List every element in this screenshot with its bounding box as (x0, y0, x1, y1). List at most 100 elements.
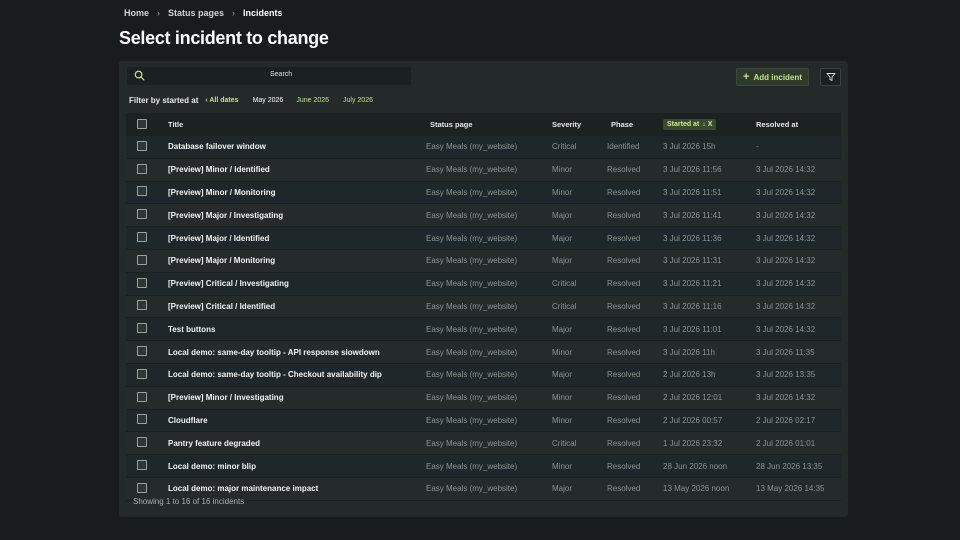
column-phase[interactable]: Phase (605, 113, 659, 136)
row-checkbox[interactable] (137, 140, 147, 151)
filter-button[interactable] (820, 68, 841, 86)
row-title[interactable]: [Preview] Minor / Monitoring (164, 181, 426, 204)
row-started-at: 3 Jul 2026 11:16 (663, 301, 722, 311)
row-status-page: Easy Meals (my_website) (426, 324, 518, 334)
row-status-page: Easy Meals (my_website) (426, 279, 518, 289)
row-phase: Resolved (607, 438, 641, 448)
row-started-at: 2 Jul 2026 12:01 (663, 393, 723, 403)
column-title[interactable]: Title (164, 113, 426, 136)
row-severity: Major (552, 370, 573, 380)
row-title[interactable]: [Preview] Minor / Identified (164, 158, 426, 181)
add-incident-button[interactable]: + Add incident (736, 68, 809, 86)
row-checkbox[interactable] (137, 209, 147, 220)
row-started-at: 3 Jul 2026 11h (663, 347, 715, 357)
row-status-page: Easy Meals (my_website) (426, 461, 518, 471)
sort-descending-icon[interactable]: ↓ X (702, 121, 712, 128)
filter-option-july[interactable]: July 2026 (343, 97, 373, 104)
chevron-right-icon: › (157, 8, 161, 18)
row-severity: Minor (552, 393, 573, 403)
row-status-page: Easy Meals (my_website) (426, 187, 518, 197)
row-severity: Minor (552, 415, 573, 425)
row-severity: Major (552, 233, 573, 243)
row-checkbox[interactable] (137, 186, 147, 197)
row-checkbox[interactable] (137, 437, 147, 448)
row-title[interactable]: Cloudflare (164, 409, 426, 432)
row-resolved-at: 3 Jul 2026 14:32 (756, 393, 816, 403)
row-checkbox[interactable] (137, 368, 147, 379)
row-title[interactable]: [Preview] Major / Identified (164, 227, 426, 250)
table-row: Cloudflare Easy Meals (my_website) Minor Re… (126, 409, 841, 432)
row-checkbox[interactable] (137, 254, 147, 265)
table-row: [Preview] Major / Identified Easy Meals (… (126, 226, 841, 250)
row-status-page: Easy Meals (my_website) (426, 484, 518, 494)
row-checkbox[interactable] (137, 460, 147, 471)
row-checkbox[interactable] (137, 346, 147, 357)
row-started-at: 3 Jul 2026 11:56 (663, 165, 722, 175)
column-severity[interactable]: Severity (550, 113, 605, 136)
row-resolved-at: 3 Jul 2026 14:32 (756, 233, 816, 243)
row-started-at: 2 Jul 2026 13h (663, 370, 716, 380)
row-checkbox[interactable] (137, 163, 147, 174)
row-resolved-at: 3 Jul 2026 14:32 (756, 165, 816, 175)
row-checkbox[interactable] (137, 414, 147, 425)
row-status-page: Easy Meals (my_website) (426, 393, 518, 403)
row-severity: Minor (552, 187, 573, 197)
table-row: [Preview] Critical / Investigating Easy M… (126, 272, 841, 296)
changelist-panel: Search + Add incident Filter by started … (119, 61, 848, 517)
column-resolved-at[interactable]: Resolved at (752, 113, 841, 136)
row-started-at: 3 Jul 2026 11:31 (663, 256, 722, 266)
column-started-at[interactable]: Started at ↓ X (663, 119, 717, 130)
row-status-page: Easy Meals (my_website) (426, 438, 518, 448)
row-title[interactable]: Test buttons (164, 318, 426, 341)
chevron-right-icon: › (232, 8, 236, 18)
row-title[interactable]: [Preview] Major / Monitoring (164, 249, 426, 272)
breadcrumb-status-pages[interactable]: Status pages (168, 8, 224, 18)
filter-option-june[interactable]: June 2026 (296, 97, 329, 104)
row-phase: Resolved (607, 256, 641, 266)
incidents-table: Title Status page Severity Phase Started… (126, 113, 841, 501)
table-row: [Preview] Minor / Monitoring Easy Meals (… (126, 181, 841, 204)
row-title[interactable]: [Preview] Critical / Investigating (164, 272, 426, 295)
started-at-label: Started at (667, 121, 700, 128)
row-resolved-at: 2 Jul 2026 02:17 (756, 415, 816, 425)
row-title[interactable]: Database failover window (164, 136, 426, 158)
row-phase: Resolved (607, 415, 641, 425)
filter-all-dates[interactable]: ‹ All dates (205, 97, 238, 104)
row-checkbox[interactable] (137, 300, 147, 311)
search-input[interactable]: Search (127, 67, 411, 85)
search-button[interactable]: Search (270, 71, 292, 78)
row-phase: Resolved (607, 347, 641, 357)
row-severity: Critical (552, 301, 577, 311)
row-title[interactable]: Local demo: same-day tooltip - Checkout … (164, 363, 426, 386)
row-checkbox[interactable] (137, 323, 147, 334)
row-checkbox[interactable] (137, 277, 147, 288)
row-status-page: Easy Meals (my_website) (426, 165, 518, 175)
select-all-checkbox[interactable] (137, 118, 147, 129)
column-status-page[interactable]: Status page (426, 113, 550, 136)
row-checkbox[interactable] (137, 482, 147, 493)
date-filter: Filter by started at ‹ All dates May 202… (129, 96, 387, 105)
row-title[interactable]: Pantry feature degraded (164, 432, 426, 455)
row-title[interactable]: [Preview] Major / Investigating (164, 204, 426, 227)
row-phase: Resolved (607, 187, 641, 197)
row-checkbox[interactable] (137, 232, 147, 243)
row-checkbox[interactable] (137, 391, 147, 402)
row-title[interactable]: Local demo: minor blip (164, 455, 426, 478)
row-resolved-at: 2 Jul 2026 01:01 (756, 438, 816, 448)
table-row: [Preview] Major / Investigating Easy Meal… (126, 203, 841, 227)
row-started-at: 3 Jul 2026 11:51 (663, 187, 722, 197)
row-title[interactable]: [Preview] Minor / Investigating (164, 386, 426, 409)
search-icon (134, 70, 145, 81)
row-title[interactable]: Local demo: same-day tooltip - API respo… (164, 341, 426, 364)
row-phase: Resolved (607, 279, 641, 289)
row-title[interactable]: [Preview] Critical / Identified (164, 295, 426, 318)
table-header: Title Status page Severity Phase Started… (126, 113, 841, 136)
breadcrumb-home[interactable]: Home (124, 8, 149, 18)
row-severity: Critical (552, 279, 577, 289)
table-row: Pantry feature degraded Easy Meals (my_we… (126, 431, 841, 455)
table-row: Local demo: same-day tooltip - API respo… (126, 340, 841, 364)
row-resolved-at: 3 Jul 2026 13:35 (756, 370, 816, 380)
table-row: Local demo: same-day tooltip - Checkout … (126, 363, 841, 387)
row-started-at: 3 Jul 2026 11:21 (663, 279, 722, 289)
table-row: Local demo: minor blip Easy Meals (my_web… (126, 454, 841, 478)
